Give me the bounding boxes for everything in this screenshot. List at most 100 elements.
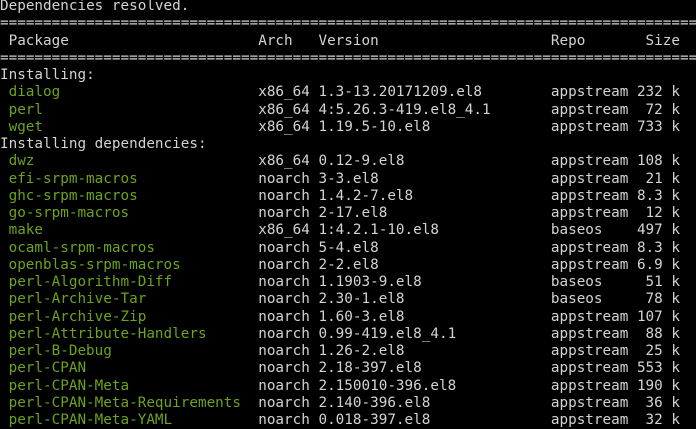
cell-size: 553 k (636, 360, 680, 377)
table-row: dialog x86_64 1.3-13.20171209.el8 appstream… (0, 84, 696, 101)
table-row: openblas-srpm-macros noarch 2-2.el8 appstre… (0, 257, 696, 274)
cell-package: dwz (8, 153, 35, 170)
cell-version: 1.4.2-7.el8 (318, 187, 414, 204)
table-row: ghc-srpm-macros noarch 1.4.2-7.el8 appstrea… (0, 188, 696, 205)
cell-repo: appstream (550, 343, 629, 359)
cell-arch: noarch (258, 187, 310, 204)
cell-arch: noarch (258, 256, 310, 273)
table-row: perl-Attribute-Handlers noarch 0.99-419.el… (0, 326, 696, 343)
cell-size: 32 k (645, 412, 680, 428)
cell-package: perl-CPAN (8, 360, 87, 377)
cell-size: 72 k (645, 101, 680, 118)
cell-package: ghc-srpm-macros (8, 187, 138, 204)
table-row: perl-B-Debug noarch 1.26-2.el8 appstream 25 … (0, 343, 696, 360)
header-version: Version (318, 32, 379, 49)
cell-size: 25 k (645, 343, 680, 359)
table-row: make x86_64 1:4.2.1-10.el8 baseos 497 k (0, 222, 696, 239)
cell-package: wget (8, 118, 44, 135)
cell-repo: appstream (550, 394, 629, 411)
cell-version: 2-17.el8 (318, 205, 388, 221)
table-row: perl-CPAN-Meta-YAML noarch 0.018-397.el8 ap… (0, 412, 696, 429)
table-row: perl-CPAN-Meta-Requirements noarch 2.140-3… (0, 395, 696, 412)
cell-size: 78 k (645, 291, 680, 308)
cell-version: 2-2.el8 (318, 256, 379, 273)
cell-version: 3-3.el8 (318, 170, 379, 187)
cell-package: perl-Archive-Zip (8, 308, 147, 325)
cell-size: 51 k (645, 274, 680, 290)
table-row: perl x86_64 4:5.26.3-419.el8_4.1 appstream 7… (0, 102, 696, 119)
header-repo: Repo (550, 32, 586, 49)
cell-arch: noarch (258, 412, 310, 428)
cell-version: 1.19.5-10.el8 (318, 118, 431, 135)
cell-package: perl-CPAN-Meta-Requirements (8, 394, 241, 411)
cell-repo: appstream (550, 308, 629, 325)
cell-repo: appstream (550, 205, 629, 221)
cell-arch: noarch (258, 343, 310, 359)
table-row: perl-Algorithm-Diff noarch 1.1903-9.el8 bas… (0, 274, 696, 291)
cell-package: efi-srpm-macros (8, 170, 138, 187)
cell-size: 232 k (636, 84, 680, 101)
cell-size: 733 k (636, 118, 680, 135)
cell-arch: noarch (258, 170, 310, 187)
status-line: Dependencies resolved. (0, 0, 190, 14)
cell-repo: appstream (550, 118, 629, 135)
cell-repo: appstream (550, 256, 629, 273)
table-row: perl-CPAN-Meta noarch 2.150010-396.el8 apps… (0, 378, 696, 395)
cell-repo: appstream (550, 412, 629, 428)
cell-arch: x86_64 (258, 101, 310, 118)
cell-repo: appstream (550, 325, 629, 342)
cell-repo: baseos (550, 274, 603, 290)
header-size: Size (645, 32, 680, 49)
table-header: Package Arch Version Repo Size (0, 33, 696, 50)
header-arch: Arch (258, 32, 293, 49)
cell-version: 1.3-13.20171209.el8 (318, 84, 483, 101)
cell-arch: x86_64 (258, 153, 310, 170)
cell-version: 5-4.el8 (318, 239, 379, 256)
cell-arch: noarch (258, 205, 310, 221)
cell-version: 2.150010-396.el8 (318, 377, 457, 394)
cell-version: 0.12-9.el8 (318, 153, 405, 170)
cell-package: dialog (8, 84, 61, 101)
cell-repo: appstream (550, 187, 629, 204)
cell-arch: x86_64 (258, 118, 310, 135)
cell-package: perl (8, 101, 44, 118)
table-row: ocaml-srpm-macros noarch 5-4.el8 appstream 8… (0, 240, 696, 257)
cell-package: perl-Archive-Tar (8, 291, 147, 308)
cell-repo: appstream (550, 377, 629, 394)
cell-size: 6.9 k (636, 256, 680, 273)
separator: ========================================… (0, 49, 696, 66)
separator: ========================================… (0, 15, 696, 32)
table-row: efi-srpm-macros noarch 3-3.el8 appstream 21 … (0, 171, 696, 188)
cell-package: perl-CPAN-Meta (8, 377, 130, 394)
cell-version: 4:5.26.3-419.el8_4.1 (318, 101, 491, 118)
cell-arch: noarch (258, 274, 310, 290)
cell-repo: appstream (550, 84, 629, 101)
cell-repo: appstream (550, 153, 629, 170)
cell-arch: noarch (258, 325, 310, 342)
header-package: Package (8, 32, 69, 49)
cell-size: 8.3 k (636, 239, 680, 256)
cell-size: 88 k (645, 325, 680, 342)
cell-arch: noarch (258, 291, 310, 308)
table-row: perl-Archive-Tar noarch 2.30-1.el8 baseos 78… (0, 291, 696, 308)
cell-repo: appstream (550, 170, 629, 187)
table-row: dwz x86_64 0.12-9.el8 appstream 108 k (0, 153, 696, 170)
cell-size: 21 k (645, 170, 680, 187)
cell-repo: baseos (550, 291, 603, 308)
cell-package: perl-B-Debug (8, 343, 112, 359)
cell-size: 107 k (636, 308, 680, 325)
cell-arch: noarch (258, 239, 310, 256)
table-row: perl-CPAN noarch 2.18-397.el8 appstream 553 … (0, 360, 696, 377)
cell-package: make (8, 222, 44, 239)
cell-size: 108 k (636, 153, 680, 170)
table-row: go-srpm-macros noarch 2-17.el8 appstream 12 … (0, 205, 696, 222)
cell-package: perl-Algorithm-Diff (8, 274, 173, 290)
cell-arch: noarch (258, 394, 310, 411)
cell-size: 497 k (636, 222, 680, 239)
cell-size: 190 k (636, 377, 680, 394)
cell-version: 0.99-419.el8_4.1 (318, 325, 457, 342)
table-row: wget x86_64 1.19.5-10.el8 appstream 733 k (0, 119, 696, 136)
cell-repo: appstream (550, 101, 629, 118)
cell-arch: x86_64 (258, 222, 310, 239)
cell-package: openblas-srpm-macros (8, 256, 181, 273)
